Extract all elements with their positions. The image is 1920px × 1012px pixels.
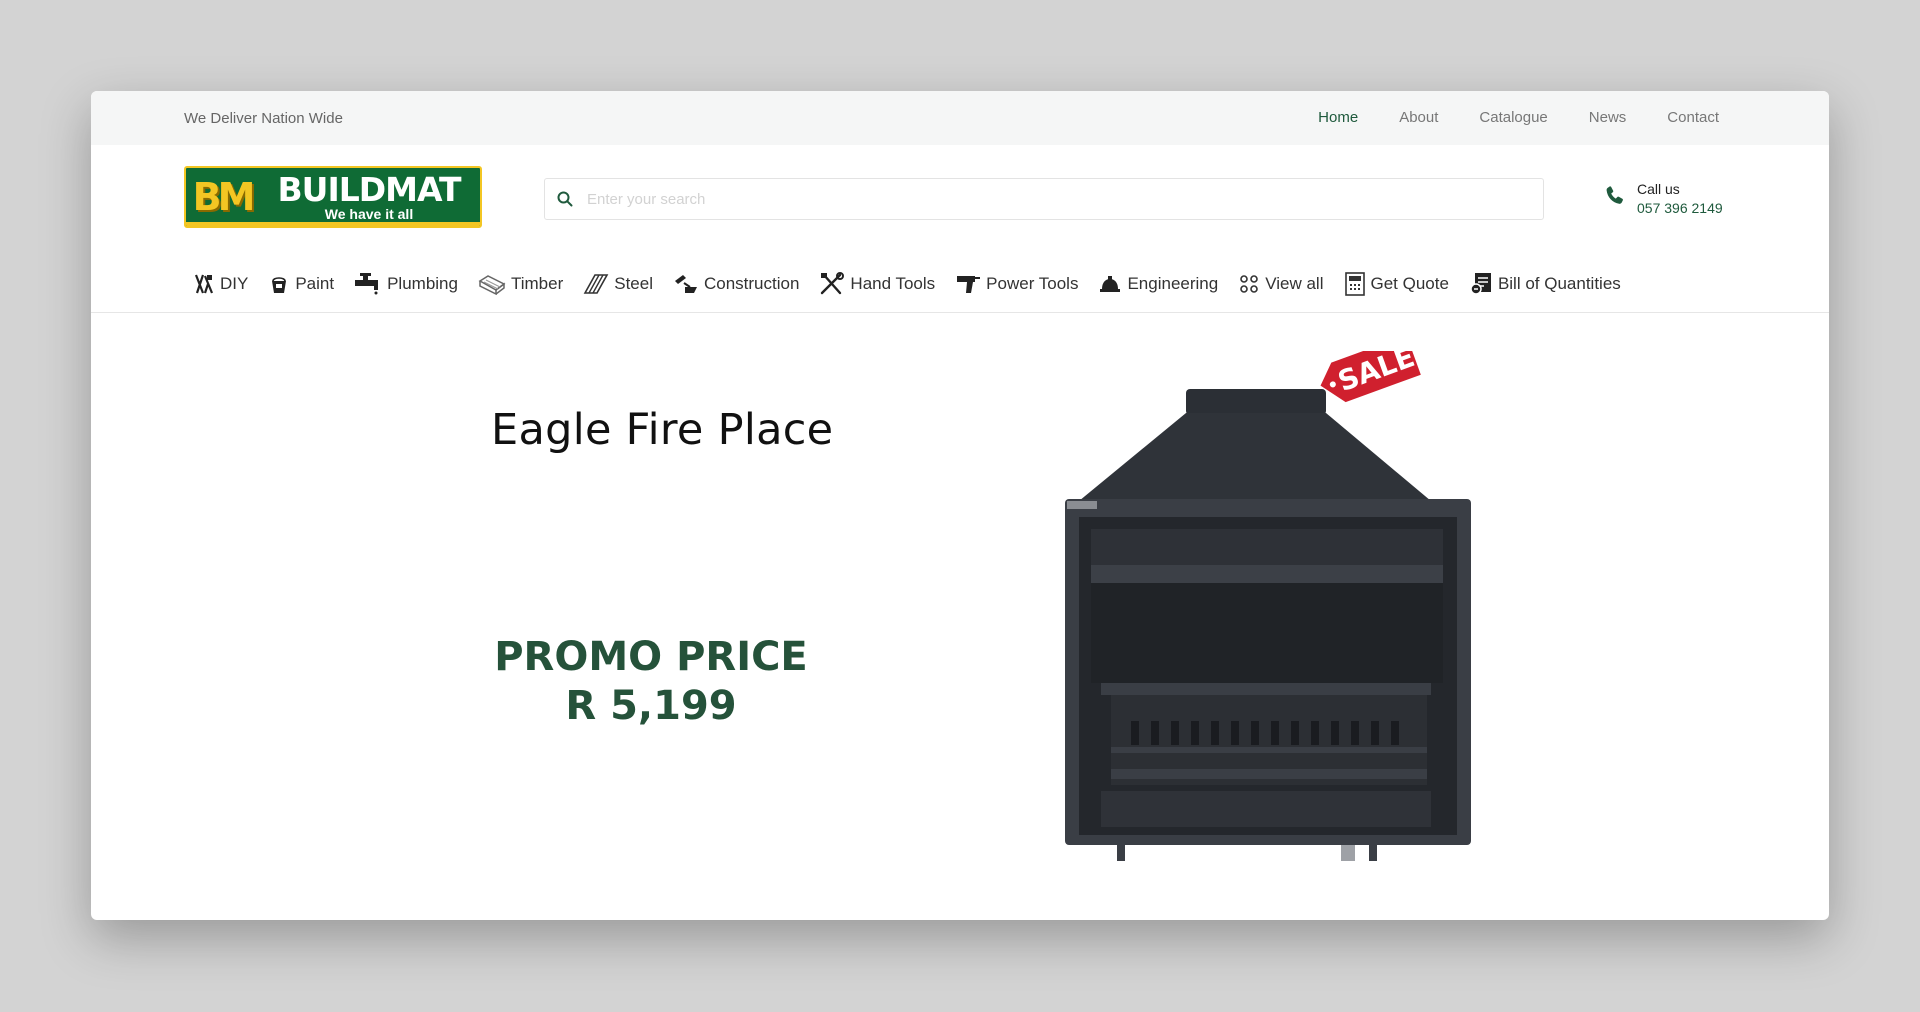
drill-icon [955, 273, 981, 295]
phone-number[interactable]: 057 396 2149 [1637, 199, 1723, 218]
category-label: Plumbing [387, 273, 458, 293]
category-construction[interactable]: Construction [673, 273, 799, 295]
category-navigation: DIY Paint Plumbing Timber Steel Construc… [91, 255, 1829, 313]
product-title: Eagle Fire Place [491, 405, 834, 455]
delivery-tagline: We Deliver Nation Wide [184, 110, 343, 127]
category-label: Engineering [1127, 273, 1219, 293]
category-label: View all [1265, 273, 1324, 293]
diy-icon [193, 273, 215, 295]
category-steel[interactable]: Steel [583, 273, 653, 295]
promo-block: PROMO PRICE R 5,199 [421, 633, 881, 731]
category-view-all[interactable]: View all [1238, 273, 1324, 295]
calculator-icon [1344, 271, 1366, 296]
document-icon [1469, 272, 1493, 296]
category-paint[interactable]: Paint [268, 273, 334, 295]
site-header: BM BUILDMAT We have it all Call us 057 3… [91, 145, 1829, 255]
nav-news-link[interactable]: News [1589, 109, 1627, 126]
logo-brand: BUILDMAT [277, 170, 462, 209]
steel-icon [583, 273, 609, 295]
nav-contact-link[interactable]: Contact [1667, 109, 1719, 126]
category-bill-of-quantities[interactable]: Bill of Quantities [1469, 272, 1621, 296]
browser-window: We Deliver Nation Wide Home About Catalo… [91, 91, 1829, 920]
nav-catalogue-link[interactable]: Catalogue [1479, 109, 1547, 126]
category-label: DIY [220, 273, 249, 293]
tools-icon [819, 271, 845, 296]
category-engineering[interactable]: Engineering [1098, 273, 1218, 295]
trowel-icon [673, 273, 699, 295]
fireplace-image: SALE [1065, 351, 1471, 861]
category-diy[interactable]: DIY [193, 273, 248, 295]
top-navigation: Home About Catalogue News Contact [1318, 109, 1719, 126]
category-label: Get Quote [1370, 273, 1449, 293]
timber-icon [478, 273, 506, 295]
category-label: Bill of Quantities [1497, 273, 1621, 293]
nav-about-link[interactable]: About [1399, 109, 1438, 126]
top-bar: We Deliver Nation Wide Home About Catalo… [91, 91, 1829, 145]
category-label: Hand Tools [850, 273, 936, 293]
promo-label: PROMO PRICE [494, 634, 808, 680]
grid-dots-icon [1238, 273, 1260, 295]
paint-bucket-icon [268, 273, 290, 295]
promo-price: R 5,199 [565, 683, 737, 729]
logo-text: BUILDMAT We have it all [258, 173, 480, 221]
logo-mark: BM [192, 175, 256, 219]
category-power-tools[interactable]: Power Tools [955, 273, 1078, 295]
category-label: Power Tools [986, 273, 1079, 293]
logo-stripe [186, 222, 480, 226]
category-hand-tools[interactable]: Hand Tools [819, 271, 936, 296]
search-icon[interactable] [545, 191, 585, 207]
category-label: Paint [295, 273, 335, 293]
category-timber[interactable]: Timber [478, 273, 563, 295]
search-input[interactable] [585, 189, 1543, 209]
hard-hat-icon [1098, 273, 1122, 295]
category-label: Steel [614, 273, 653, 293]
call-us-text: Call us 057 396 2149 [1637, 180, 1723, 218]
category-label: Construction [703, 273, 800, 293]
nav-home-link[interactable]: Home [1318, 109, 1358, 126]
call-us[interactable]: Call us 057 396 2149 [1603, 180, 1723, 218]
category-plumbing[interactable]: Plumbing [354, 272, 458, 296]
tap-icon [354, 272, 382, 296]
buildmat-logo[interactable]: BM BUILDMAT We have it all [184, 166, 482, 228]
search-bar[interactable] [544, 178, 1544, 220]
category-label: Timber [510, 273, 564, 293]
phone-icon [1603, 184, 1627, 213]
call-us-label: Call us [1637, 181, 1680, 197]
category-get-quote[interactable]: Get Quote [1344, 271, 1449, 296]
hero-banner[interactable]: Eagle Fire Place PROMO PRICE R 5,199 SAL… [91, 313, 1829, 920]
logo-slogan: We have it all [324, 206, 414, 222]
